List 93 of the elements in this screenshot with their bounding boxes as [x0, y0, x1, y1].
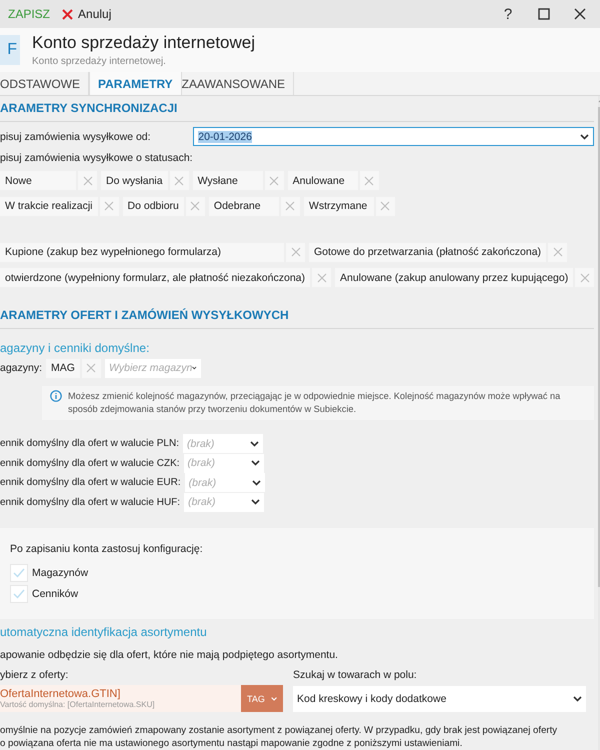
chevron-down-icon: [573, 696, 582, 702]
search-field-select[interactable]: Kod kreskowy i kody dodatkowe: [293, 686, 586, 712]
field-label: pisuj zamówienia wysyłkowe o statusach:: [0, 152, 193, 164]
description-text: omyślnie na pozycje zamówień zmapowany zostanie asortyment z powiązanej oferty. W przypadku, gdy brak jest powiązanej oferty o powiązana oferta nie ma ustawionego asortymentu nastąpi mapowanie zgodne z poniższymi ustawieniami.: [0, 724, 558, 750]
remove-tag-button[interactable]: [575, 268, 594, 288]
status-tag: Anulowane (zakup anulowany przez kupującego): [335, 268, 574, 288]
remove-tag-button[interactable]: [264, 171, 284, 190]
close-icon: [62, 8, 74, 20]
cancel-button[interactable]: Anuluj: [60, 5, 114, 23]
field-label: ennik domyślny dla ofert w walucie HUF:: [0, 496, 180, 508]
remove-tag-button[interactable]: [170, 171, 189, 190]
close-icon: [364, 176, 374, 186]
info-icon: [50, 390, 62, 402]
checkbox[interactable]: [10, 585, 28, 604]
field-label: pisuj zamówienia wysyłkowe od:: [0, 130, 151, 143]
chevron-down-icon: [250, 440, 259, 447]
chevron-down-icon: [192, 365, 197, 372]
chevron-down-icon: [270, 696, 277, 702]
info-text: Możesz zmienić kolejność magazynów, przeciągając je w odpowiednie miejsce. Kolejność magazynów może wpływać na sposób zdejmowania stanów przy tworzeniu dokumentów w Subiekcie.: [68, 390, 562, 416]
maximize-icon: [538, 8, 550, 20]
close-icon: [574, 8, 586, 20]
subsection-heading: agazyny i cenniki domyślne:: [0, 340, 150, 355]
chevron-down-icon: [250, 460, 260, 466]
close-icon: [380, 201, 390, 212]
help-button[interactable]: ?: [494, 2, 522, 26]
section-heading: ARAMETRY OFERT I ZAMÓWIEŃ WYSYŁKOWYCH: [0, 302, 594, 329]
section-heading: ARAMETRY SYNCHRONIZACJI: [0, 96, 594, 122]
check-icon: [13, 589, 25, 600]
check-icon: [13, 568, 25, 578]
status-tag: Wstrzymane: [304, 196, 374, 216]
chevron-down-icon: [252, 480, 261, 486]
field-label: Szukaj w towarach w polu:: [293, 669, 417, 682]
field-value: OfertaInternetowa.GTIN]: [0, 688, 122, 700]
close-icon: [174, 176, 184, 186]
chevron-down-icon: [580, 134, 590, 140]
close-icon: [190, 201, 200, 212]
status-tag: Kupione (zakup bez wypełnionego formularza): [0, 242, 284, 262]
close-icon: [269, 176, 280, 186]
remove-tag-button[interactable]: [360, 171, 379, 190]
status-tag: Gotowe do przetwarzania (płatność zakończona): [309, 242, 546, 262]
subsection-heading: utomatyczna identyfikacja asortymentu: [0, 624, 208, 640]
warehouse-tag: MAG: [46, 358, 80, 378]
close-icon: [86, 363, 96, 374]
note-text: apowanie odbędzie się dla ofert, które nie mają podpiętego asortymentu.: [0, 649, 338, 662]
checkbox-label: Magazynów: [32, 567, 88, 580]
checkbox[interactable]: [10, 564, 28, 582]
tag-button[interactable]: TAG: [241, 685, 283, 712]
tab[interactable]: ZAAWANSOWANE: [182, 72, 294, 95]
status-tag: W trakcie realizacji: [0, 196, 98, 216]
remove-tag-button[interactable]: [186, 196, 205, 216]
field-label: ennik domyślny dla ofert w walucie CZK:: [0, 458, 180, 469]
window-subtitle: Konto sprzedaży internetowej.: [32, 56, 167, 67]
status-tag: Nowe: [0, 171, 76, 190]
remove-tag-button[interactable]: [376, 196, 395, 216]
status-tag: Odebrane: [208, 196, 279, 216]
remove-tag-button[interactable]: [312, 268, 331, 288]
tab[interactable]: PARAMETRY: [89, 72, 182, 95]
remove-tag-button[interactable]: [286, 242, 305, 262]
price-list-select[interactable]: (brak): [184, 473, 265, 492]
status-tag: Do odbioru: [122, 196, 184, 216]
price-list-select[interactable]: (brak): [184, 454, 264, 473]
save-button[interactable]: ZAPISZ: [6, 5, 52, 23]
close-icon: [290, 247, 300, 258]
warehouse-select[interactable]: Wybierz magazyn: [104, 358, 201, 378]
app-logo: F: [0, 35, 20, 65]
close-icon: [104, 201, 114, 212]
field-label: ennik domyślny dla ofert w walucie PLN:: [0, 438, 179, 450]
remove-tag-button[interactable]: [280, 196, 300, 216]
price-list-select[interactable]: (brak): [182, 434, 263, 454]
default-value-text: Vartość domyślna: [OfertaInternetowa.SKU]: [0, 700, 156, 709]
offer-field[interactable]: OfertaInternetowa.GTIN] Vartość domyślna: [OfertaInternetowa.SKU] TAG: [0, 685, 283, 712]
price-list-select[interactable]: (brak): [184, 492, 264, 512]
field-label: ybierz z oferty:: [0, 669, 70, 682]
checkbox-label: Cenników: [32, 588, 78, 600]
chevron-down-icon: [251, 499, 260, 506]
status-tag: Do wysłania: [101, 171, 168, 190]
window-title: Konto sprzedaży internetowej: [32, 33, 256, 53]
remove-tag-button[interactable]: [82, 358, 101, 378]
config-label: Po zapisaniu konta zastosuj konfigurację:: [10, 542, 203, 555]
status-tag: Wysłane: [192, 171, 263, 190]
close-icon: [580, 272, 590, 283]
close-icon: [316, 272, 326, 283]
remove-tag-button[interactable]: [78, 171, 97, 190]
status-tag: otwierdzone (wypełniony formularz, ale płatność niezakończona): [0, 268, 310, 288]
date-field[interactable]: 20-01-2026: [193, 127, 594, 146]
close-icon: [82, 176, 92, 186]
status-tag: Anulowane: [288, 171, 358, 190]
field-label: ennik domyślny dla ofert w walucie EUR:: [0, 477, 181, 488]
close-icon: [285, 201, 296, 212]
field-label: agazyny:: [0, 362, 42, 374]
close-icon: [552, 247, 563, 258]
remove-tag-button[interactable]: [100, 196, 119, 216]
remove-tag-button[interactable]: [548, 242, 568, 262]
